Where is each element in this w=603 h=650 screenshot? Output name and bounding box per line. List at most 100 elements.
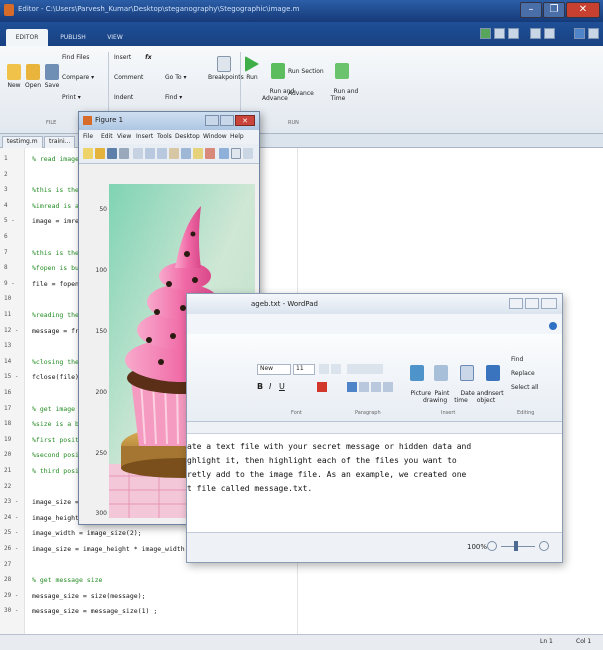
comment-button[interactable]: Comment	[114, 74, 143, 81]
minimize-button[interactable]: –	[520, 2, 542, 18]
code-line[interactable]: %second posi	[32, 451, 79, 459]
paint-drawing-button[interactable]: Paint drawing	[423, 358, 449, 411]
wordpad-maximize-button[interactable]	[525, 298, 539, 309]
rotate-icon[interactable]	[181, 148, 191, 159]
zoom-slider[interactable]	[501, 546, 535, 547]
picture-button[interactable]: Picture	[399, 358, 431, 404]
document-page[interactable]: ate a text file with your secret message…	[187, 434, 562, 532]
code-line[interactable]: message_size = size(message);	[32, 592, 146, 600]
wordpad-close-button[interactable]	[541, 298, 557, 309]
align-center-icon[interactable]	[359, 382, 369, 392]
code-line[interactable]: %closing the	[32, 358, 79, 366]
help-icon[interactable]	[549, 322, 557, 330]
code-line[interactable]: %this is the	[32, 249, 79, 257]
colorbar-icon[interactable]	[219, 148, 229, 159]
save-button[interactable]: Save	[44, 64, 60, 89]
code-line[interactable]: message_size = message_size(1) ;	[32, 607, 157, 615]
quick-access-help-icon[interactable]	[574, 28, 585, 39]
italic-icon[interactable]: I	[269, 382, 271, 391]
shrink-font-icon[interactable]	[331, 364, 341, 374]
run-section-button[interactable]: Run Section	[288, 68, 324, 75]
figure-close-button[interactable]: ✕	[235, 115, 255, 126]
zoom-in-button[interactable]	[539, 541, 549, 551]
figure-menu-insert[interactable]: Insert	[136, 133, 153, 140]
maximize-button[interactable]: ❐	[543, 2, 565, 18]
replace-button[interactable]: Replace	[511, 370, 535, 377]
align-left-icon[interactable]	[347, 382, 357, 392]
find-button[interactable]: Find ▾	[165, 94, 182, 101]
find-files-button[interactable]: Find Files	[62, 54, 89, 61]
wordpad-window[interactable]: ageb.txt - WordPad New 11 B I U Picture …	[186, 293, 563, 563]
zoom-out-icon[interactable]	[157, 148, 167, 159]
figure-menu-view[interactable]: View	[117, 133, 131, 140]
figure-minimize-button[interactable]	[205, 115, 219, 126]
pan-icon[interactable]	[169, 148, 179, 159]
zoom-slider-thumb[interactable]	[514, 541, 518, 551]
code-line[interactable]: % third posi	[32, 467, 79, 475]
text-color-icon[interactable]	[317, 382, 327, 392]
pointer-icon[interactable]	[133, 148, 143, 159]
date-time-button[interactable]: Date and time	[449, 358, 488, 411]
bold-icon[interactable]: B	[257, 382, 263, 391]
code-line[interactable]: image = imre	[32, 217, 79, 225]
brush-icon[interactable]	[205, 148, 215, 159]
figure-menu-file[interactable]: File	[83, 133, 93, 140]
run-button[interactable]: Run	[244, 56, 260, 81]
breakpoints-button[interactable]: Breakpoints	[208, 56, 244, 81]
code-line[interactable]: % read image	[32, 155, 79, 163]
figure-maximize-button[interactable]	[220, 115, 234, 126]
zoom-out-button[interactable]	[487, 541, 497, 551]
quick-access-copy-icon[interactable]	[508, 28, 519, 39]
data-cursor-icon[interactable]	[193, 148, 203, 159]
save-icon[interactable]	[107, 148, 117, 159]
code-line[interactable]: % get message size	[32, 576, 102, 584]
figure-menu-edit[interactable]: Edit	[101, 133, 113, 140]
print-icon[interactable]	[119, 148, 129, 159]
underline-icon[interactable]: U	[279, 382, 285, 391]
close-button[interactable]: ✕	[566, 2, 600, 18]
tab-view[interactable]: VIEW	[100, 29, 130, 46]
find-button[interactable]: Find	[511, 356, 523, 363]
doc-tab-testimg[interactable]: testimg.m	[2, 136, 43, 148]
insert-object-button[interactable]: Insert object	[475, 358, 504, 411]
tab-editor[interactable]: EDITOR	[6, 29, 48, 46]
indent-button[interactable]: Indent	[114, 94, 133, 101]
advance-button[interactable]: Advance	[288, 90, 314, 97]
quick-access-undo-icon[interactable]	[530, 28, 541, 39]
open-icon[interactable]	[95, 148, 105, 159]
code-line[interactable]: %size is a b	[32, 420, 79, 428]
code-line[interactable]: image_width = image_size(2);	[32, 529, 142, 537]
code-line[interactable]: fclose(file)	[32, 373, 79, 381]
quick-access-save-icon[interactable]	[480, 28, 491, 39]
ruler[interactable]	[187, 422, 562, 434]
open-button[interactable]: Open	[25, 64, 41, 89]
new-figure-icon[interactable]	[83, 148, 93, 159]
legend-icon[interactable]	[231, 148, 241, 159]
run-and-time-button[interactable]: Run and Time	[326, 56, 358, 109]
print-button[interactable]: Print ▾	[62, 94, 81, 101]
code-line[interactable]: %this is the	[32, 186, 79, 194]
zoom-in-icon[interactable]	[145, 148, 155, 159]
code-line[interactable]: %imread is a	[32, 202, 79, 210]
new-button[interactable]: New	[6, 64, 22, 89]
code-line[interactable]: %first posit	[32, 436, 79, 444]
code-line[interactable]: %reading the	[32, 311, 79, 319]
code-line[interactable]: image_size =	[32, 498, 79, 506]
code-line[interactable]: % get image	[32, 405, 75, 413]
code-line[interactable]: message = fr	[32, 327, 79, 335]
quick-access-redo-icon[interactable]	[544, 28, 555, 39]
justify-icon[interactable]	[383, 382, 393, 392]
goto-button[interactable]: Go To ▾	[165, 74, 186, 81]
figure-menu-desktop[interactable]: Desktop	[175, 133, 200, 140]
align-right-icon[interactable]	[371, 382, 381, 392]
quick-access-settings-icon[interactable]	[588, 28, 599, 39]
tab-publish[interactable]: PUBLISH	[56, 29, 90, 46]
compare-button[interactable]: Compare ▾	[62, 74, 94, 81]
doc-tab-training[interactable]: traini...	[44, 136, 76, 148]
figure-menu-help[interactable]: Help	[230, 133, 244, 140]
run-and-advance-button[interactable]: Run and Advance	[262, 56, 294, 109]
code-line[interactable]: image_size = image_height * image_width;	[32, 545, 189, 553]
wordpad-minimize-button[interactable]	[509, 298, 523, 309]
insert-button[interactable]: Insert fx	[114, 54, 152, 61]
code-line[interactable]: file = fopen	[32, 280, 79, 288]
